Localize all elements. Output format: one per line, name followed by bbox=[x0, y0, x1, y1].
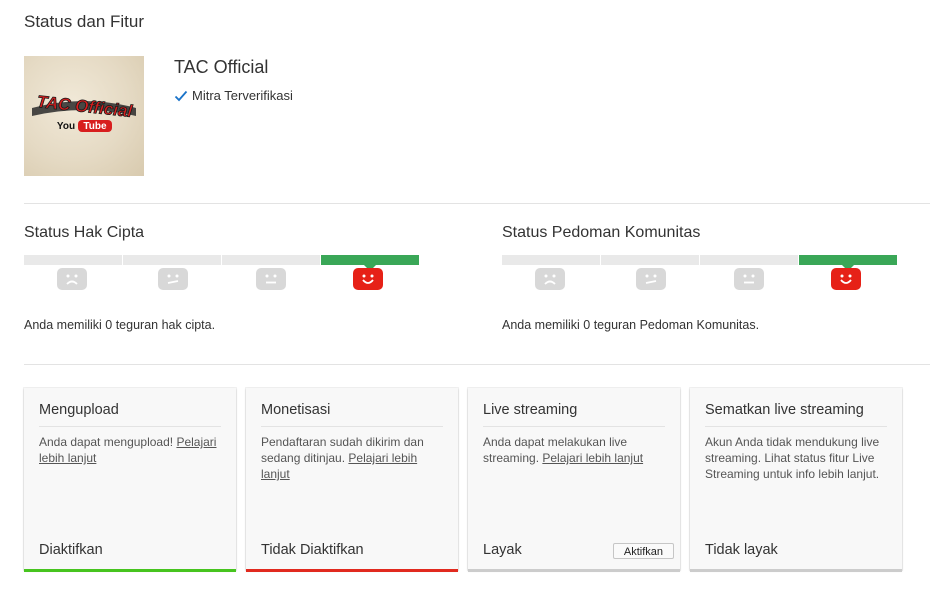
verified-badge: Mitra Terverifikasi bbox=[174, 88, 293, 103]
card-description-text: Anda dapat mengupload! bbox=[39, 435, 177, 449]
page-title: Status dan Fitur bbox=[24, 12, 145, 31]
meter-segment bbox=[601, 255, 699, 265]
sad-face-icon bbox=[535, 268, 565, 290]
copyright-status-text: Anda memiliki 0 teguran hak cipta. bbox=[24, 318, 216, 332]
strike-faces bbox=[502, 268, 898, 298]
card-description: Anda dapat mengupload! Pelajari lebih la… bbox=[39, 434, 224, 466]
skeptical-face-icon bbox=[636, 268, 666, 290]
feature-card-embed-live: Sematkan live streaming Akun Anda tidak … bbox=[690, 388, 902, 572]
meter-segment bbox=[700, 255, 798, 265]
strike-meter bbox=[24, 255, 420, 271]
channel-logo: TAC Official You Tube bbox=[32, 92, 136, 132]
happy-face-icon bbox=[353, 268, 383, 290]
card-divider bbox=[261, 426, 443, 427]
channel-avatar: TAC Official You Tube bbox=[24, 56, 144, 176]
feature-card-live-streaming: Live streaming Anda dapat melakukan live… bbox=[468, 388, 680, 572]
card-divider bbox=[483, 426, 665, 427]
card-status: Layak bbox=[483, 542, 522, 558]
status-bar bbox=[24, 569, 236, 572]
meter-segment bbox=[24, 255, 122, 265]
meter-segment bbox=[222, 255, 320, 265]
status-bar bbox=[690, 569, 902, 572]
sad-face-icon bbox=[57, 268, 87, 290]
copyright-status-title: Status Hak Cipta bbox=[24, 224, 145, 241]
card-status: Diaktifkan bbox=[39, 542, 103, 558]
community-status-text: Anda memiliki 0 teguran Pedoman Komunita… bbox=[502, 318, 760, 332]
status-bar bbox=[468, 569, 680, 572]
strike-meter bbox=[502, 255, 898, 271]
logo-title: TAC Official bbox=[36, 92, 134, 121]
feature-card-monetization: Monetisasi Pendaftaran sudah dikirim dan… bbox=[246, 388, 458, 572]
card-description: Akun Anda tidak mendukung live streaming… bbox=[705, 435, 880, 481]
checkmark-icon bbox=[174, 90, 188, 101]
card-title: Sematkan live streaming bbox=[705, 402, 864, 418]
card-title: Mengupload bbox=[39, 402, 119, 418]
card-status: Tidak Diaktifkan bbox=[261, 542, 364, 558]
card-description: Anda dapat melakukan live streaming. Pel… bbox=[483, 434, 668, 466]
meter-segment bbox=[123, 255, 221, 265]
meter-segment-active bbox=[321, 255, 419, 265]
logo-you: You bbox=[57, 121, 75, 132]
learn-more-link[interactable]: Pelajari lebih lanjut bbox=[542, 451, 643, 465]
card-title: Live streaming bbox=[483, 402, 578, 418]
happy-face-icon bbox=[831, 268, 861, 290]
card-divider bbox=[39, 426, 221, 427]
logo-tube: Tube bbox=[83, 121, 107, 132]
divider bbox=[24, 203, 930, 204]
feature-card-upload: Mengupload Anda dapat mengupload! Pelaja… bbox=[24, 388, 236, 572]
community-status: Status Pedoman Komunitas Anda memiliki 0… bbox=[502, 224, 898, 332]
strike-faces bbox=[24, 268, 420, 298]
neutral-face-icon bbox=[256, 268, 286, 290]
card-title: Monetisasi bbox=[261, 402, 331, 418]
community-status-title: Status Pedoman Komunitas bbox=[502, 224, 701, 241]
status-bar bbox=[246, 569, 458, 572]
verified-label: Mitra Terverifikasi bbox=[192, 88, 293, 103]
card-description: Pendaftaran sudah dikirim dan sedang dit… bbox=[261, 434, 446, 482]
meter-segment-active bbox=[799, 255, 897, 265]
skeptical-face-icon bbox=[158, 268, 188, 290]
channel-name: TAC Official bbox=[174, 57, 269, 77]
copyright-status: Status Hak Cipta Anda memiliki 0 teguran… bbox=[24, 224, 420, 332]
neutral-face-icon bbox=[734, 268, 764, 290]
card-status: Tidak layak bbox=[705, 542, 778, 558]
card-divider bbox=[705, 426, 887, 427]
enable-button[interactable]: Aktifkan bbox=[612, 543, 674, 559]
divider bbox=[24, 364, 930, 365]
meter-segment bbox=[502, 255, 600, 265]
